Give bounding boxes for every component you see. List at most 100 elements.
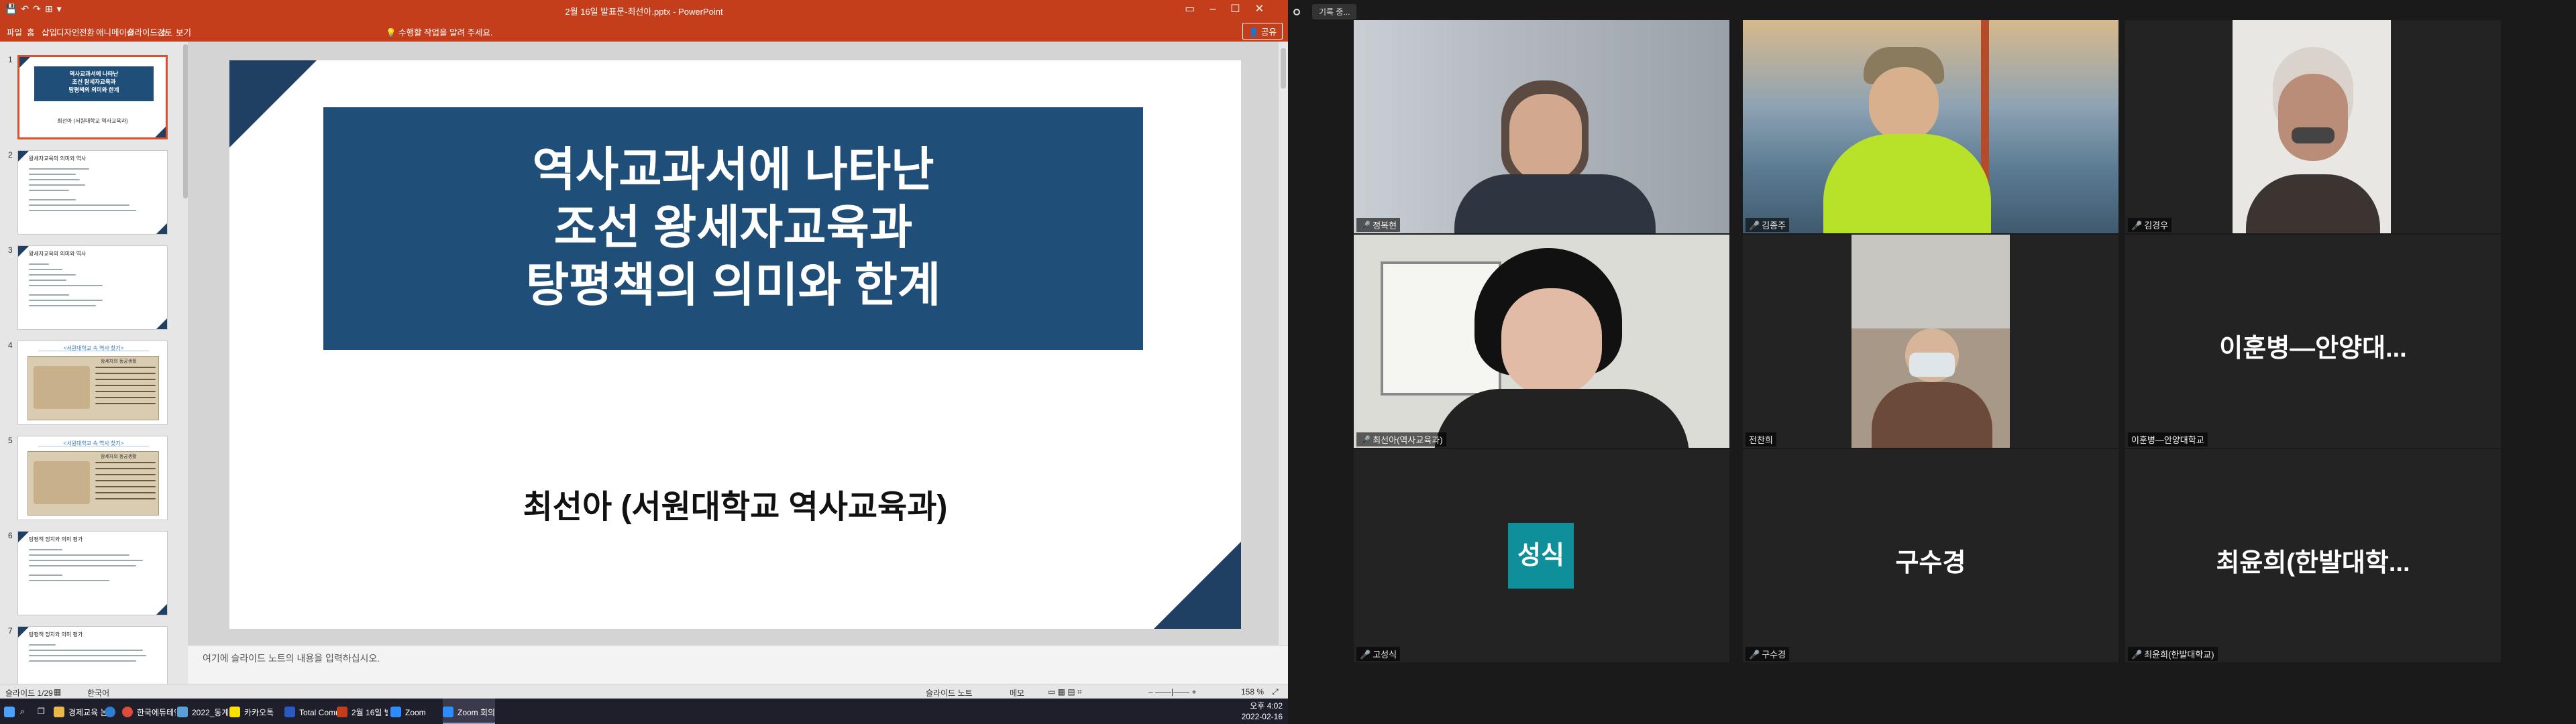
slide-subtitle[interactable]: 최선아 (서원대학교 역사교육과) [229, 480, 1241, 527]
folder-icon [54, 707, 64, 717]
zoom-level[interactable]: 158 % [1241, 687, 1264, 697]
thumbnail-title: 왕세자교육의 의미와 역사 [29, 251, 87, 257]
task-view-button[interactable]: ❐ [38, 699, 54, 724]
slide-title-box[interactable]: 역사교과서에 나타난 조선 왕세자교육과 탕평책의 의미와 한계 [323, 107, 1143, 350]
participant-video [1743, 20, 2118, 233]
participant-video [1851, 235, 2010, 448]
tell-me-search[interactable]: 💡 수행할 작업을 알려 주세요. [386, 25, 492, 38]
taskbar-item[interactable]: 2022_동계_학술... [177, 699, 228, 724]
participant-name: 🎤 정복현 [1356, 218, 1401, 232]
participant-display-name: 최윤희(한발대학... [2216, 549, 2410, 577]
taskbar-item[interactable]: 카카오톡 [229, 699, 280, 724]
comments-toggle[interactable]: 메모 [1010, 687, 1024, 699]
close-icon[interactable] [1293, 9, 1300, 15]
language-indicator[interactable]: 한국어 [87, 687, 109, 699]
slide-editor: 역사교과서에 나타난 조선 왕세자교육과 탕평책의 의미와 한계 최선아 (서원… [188, 42, 1288, 645]
taskbar-item-label: 2월 16일 발표문... [352, 708, 388, 717]
tab-transitions[interactable]: 전환 [79, 25, 95, 38]
slide-number: 2 [8, 150, 13, 160]
spellcheck-icon[interactable]: ▦ [54, 687, 61, 697]
thumbnail-scrollbar[interactable] [183, 44, 188, 198]
participant-tile[interactable]: 최윤희(한발대학... 🎤 최윤희(한발대학교) [2125, 449, 2501, 662]
slide-thumbnail-4[interactable]: 4 <서원대학교 속 역사 찾기> 왕세자의 동궁생활 [0, 339, 188, 433]
taskbar-item[interactable]: Total Commander... [284, 699, 337, 724]
muted-mic-icon: 🎤 [1360, 435, 1371, 445]
tab-file[interactable]: 파일 [7, 25, 22, 38]
notes-pane[interactable]: 여기에 슬라이드 노트의 내용을 입력하십시오. [188, 645, 1288, 684]
thumbnail-title-line: 역사교과서에 나타난 [69, 70, 119, 77]
ribbon: 파일 홈 삽입 디자인 전환 애니메이션 슬라이드 쇼 검토 보기 💡 수행할 … [0, 19, 1288, 42]
slide-thumbnail-1[interactable]: 1 역사교과서에 나타난 조선 왕세자교육과 탕평책의 의미와 한계 최선아 (… [0, 54, 188, 147]
participant-video [1354, 235, 1729, 448]
tab-insert[interactable]: 삽입 [42, 25, 57, 38]
window-title: 2월 16일 발표문-최선아.pptx - PowerPoint [565, 7, 723, 17]
participant-video [1354, 20, 1729, 233]
slide-thumbnail-2[interactable]: 2 왕세자교육의 의미와 역사 [0, 149, 188, 243]
participant-tile[interactable]: 구수경 🎤 구수경 [1743, 449, 2118, 662]
windows-icon [4, 707, 15, 717]
thumbnail-frame: <서원대학교 속 역사 찾기> 왕세자의 동궁생활 [17, 341, 168, 425]
thumbnail-frame: 왕세자교육의 의미와 역사 [17, 150, 168, 235]
editor-scrollbar[interactable] [1279, 42, 1288, 645]
tell-me-label: 수행할 작업을 알려 주세요. [398, 28, 493, 38]
taskbar: ⌕ ❐ 경제교육 논문자료 한국에듀테인먼트... 2022_동계_학술... … [0, 699, 1288, 724]
participant-tile[interactable]: 이훈병—안양대... 이훈병—안양대학교 [2125, 235, 2501, 448]
participant-name: 전찬희 [1746, 432, 1776, 446]
lightbulb-icon: 💡 [386, 28, 399, 38]
slide-thumbnail-7[interactable]: 7 탕평책 정치와 의미 평가 [0, 625, 188, 684]
powerpoint-icon [337, 707, 347, 717]
taskbar-item[interactable]: Zoom [390, 699, 435, 724]
thumbnail-frame: 왕세자교육의 의미와 역사 [17, 245, 168, 330]
participant-name: 🎤 고성식 [1356, 647, 1401, 661]
task-view-icon: ❐ [38, 707, 45, 716]
thumbnail-title: 탕평책 정치와 의미 평가 [29, 631, 83, 638]
taskbar-item[interactable]: 한국에듀테인먼트... [122, 699, 176, 724]
taskbar-item[interactable]: 2월 16일 발표문... [337, 699, 388, 724]
slide-thumbnail-6[interactable]: 6 탕평책 정치와 의미 평가 [0, 530, 188, 623]
system-clock[interactable]: 오후 4:02 2022-02-16 [1242, 701, 1283, 722]
participant-name: 🎤 김종주 [1746, 218, 1790, 232]
zoom-slider[interactable]: – ——|—— + [1148, 687, 1196, 697]
total-commander-icon [284, 707, 295, 717]
notes-toggle[interactable]: 슬라이드 노트 [926, 687, 973, 699]
slide-thumbnail-5[interactable]: 5 <서원대학교 속 역사 찾기> 왕세자의 동궁생활 [0, 434, 188, 528]
corner-decoration [1154, 542, 1241, 629]
slide-number: 3 [8, 245, 13, 255]
participant-tile[interactable]: 🎤 김경우 [2125, 20, 2501, 233]
taskbar-item-label: Zoom 회의 [458, 708, 495, 717]
taskbar-item-label: Total Commander... [299, 708, 337, 717]
search-button[interactable]: ⌕ [20, 699, 38, 724]
participant-tile[interactable]: 🎤 최선아(역사교육과) [1354, 235, 1729, 448]
participant-name: 🎤 최윤희(한발대학교) [2128, 647, 2218, 661]
window-controls[interactable]: ▭–☐✕ [1185, 2, 1279, 15]
slide-thumbnail-3[interactable]: 3 왕세자교육의 의미와 역사 [0, 244, 188, 338]
tab-review[interactable]: 검토 [157, 25, 172, 38]
view-buttons[interactable]: ▭ ▦ ▤ ⌗ [1048, 687, 1082, 697]
fit-slide-icon[interactable]: ⤢ [1272, 687, 1279, 697]
participant-tile[interactable]: 성식 🎤 고성식 [1354, 449, 1729, 662]
participant-tile[interactable]: 🎤 정복현 [1354, 20, 1729, 233]
taskbar-item-label: 한국에듀테인먼트... [137, 708, 176, 717]
recording-indicator[interactable]: 기록 중... [1312, 4, 1357, 19]
slide-canvas[interactable]: 역사교과서에 나타난 조선 왕세자교육과 탕평책의 의미와 한계 최선아 (서원… [229, 60, 1241, 629]
participant-avatar: 성식 [1508, 523, 1574, 589]
tab-design[interactable]: 디자인 [56, 25, 80, 38]
share-button[interactable]: 👤 공유 [1242, 23, 1283, 40]
slide-title-line: 탕평책의 의미와 한계 [525, 259, 941, 311]
muted-mic-icon: 🎤 [1360, 650, 1371, 660]
taskbar-item-label: Zoom [405, 708, 426, 717]
taskbar-item[interactable] [105, 699, 119, 724]
tab-view[interactable]: 보기 [176, 25, 191, 38]
thumbnail-title: 탕평책 정치와 의미 평가 [29, 536, 83, 542]
slide-number: 6 [8, 531, 13, 540]
tab-home[interactable]: 홈 [27, 25, 35, 38]
powerpoint-window: 💾↶↷⊞▾ 2월 16일 발표문-최선아.pptx - PowerPoint ▭… [0, 0, 1288, 724]
taskbar-item-label: 카카오톡 [244, 708, 274, 717]
participant-tile[interactable]: 전찬희 [1743, 235, 2118, 448]
participant-tile-active-speaker[interactable]: 🎤 김종주 [1743, 20, 2118, 233]
muted-mic-icon: 🎤 [2131, 650, 2143, 660]
participant-name: 🎤 김경우 [2128, 218, 2172, 232]
participant-name: 🎤 구수경 [1746, 647, 1790, 661]
status-bar: 슬라이드 1/29 ▦ 한국어 슬라이드 노트 메모 ▭ ▦ ▤ ⌗ – ——|… [0, 684, 1288, 699]
taskbar-item[interactable]: Zoom 회의 [443, 699, 495, 724]
